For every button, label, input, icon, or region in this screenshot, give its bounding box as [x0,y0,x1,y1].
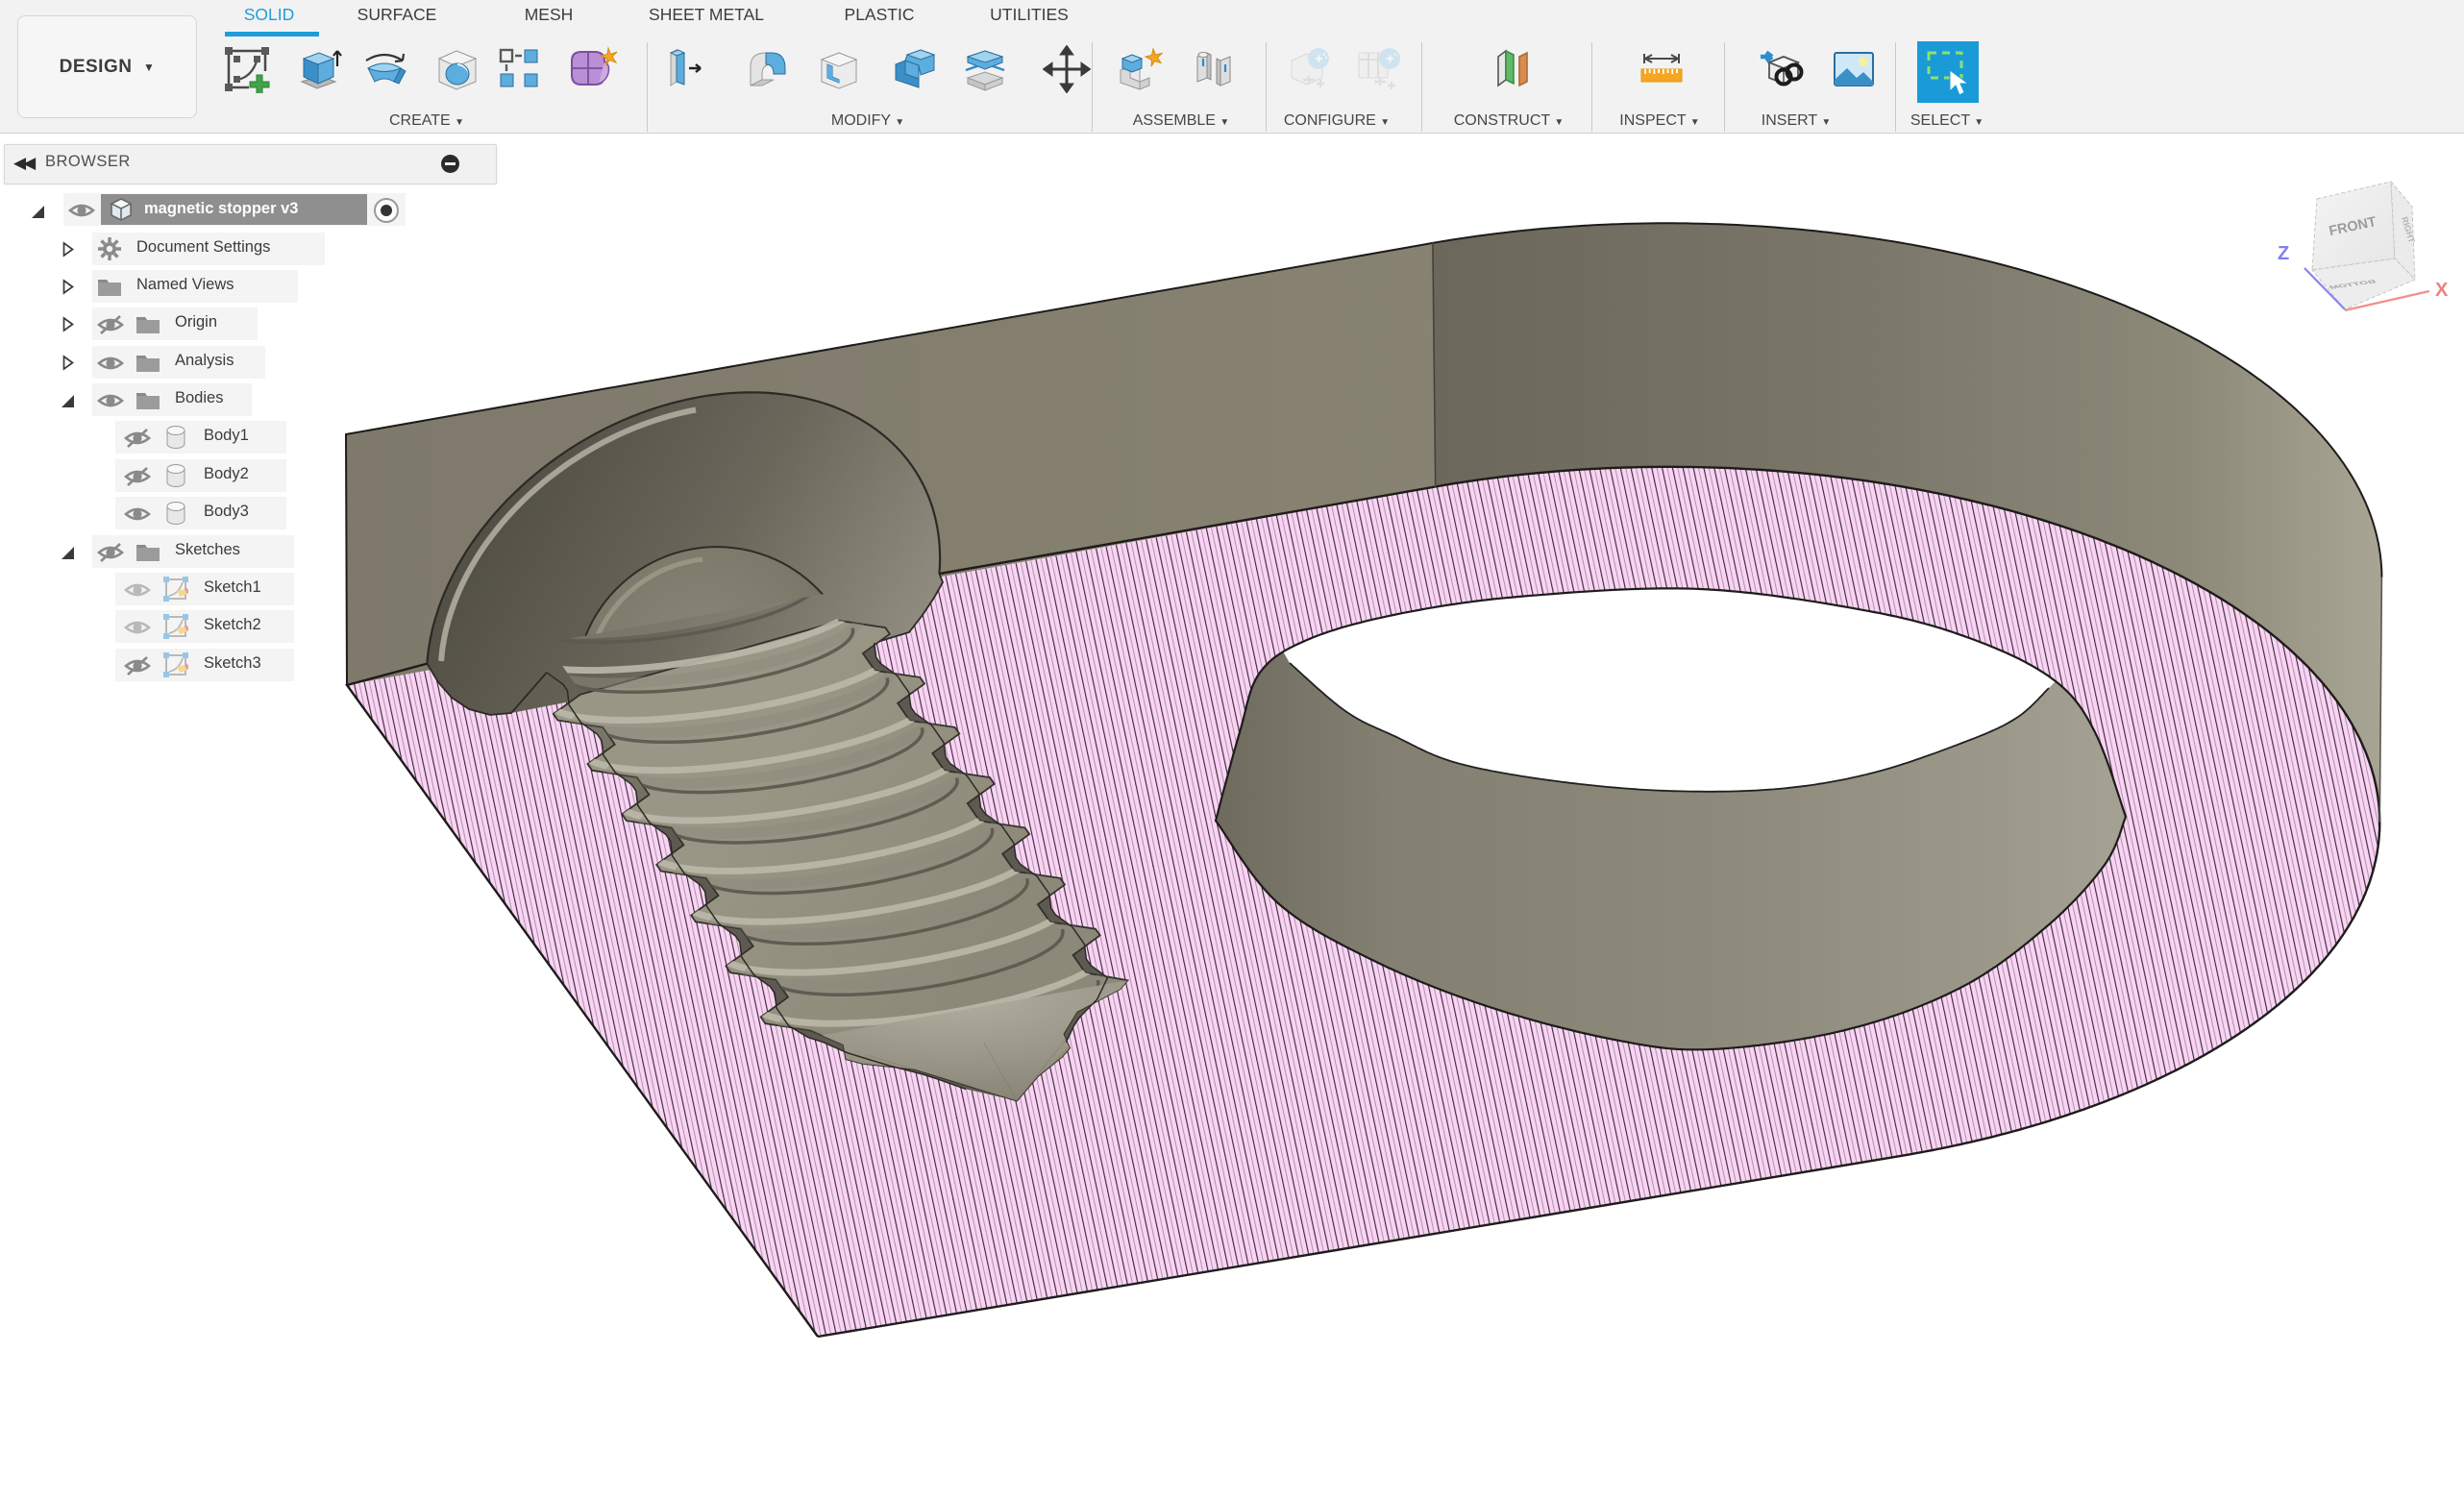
svg-text:Z: Z [2278,243,2289,264]
svg-text:X: X [2435,280,2449,301]
